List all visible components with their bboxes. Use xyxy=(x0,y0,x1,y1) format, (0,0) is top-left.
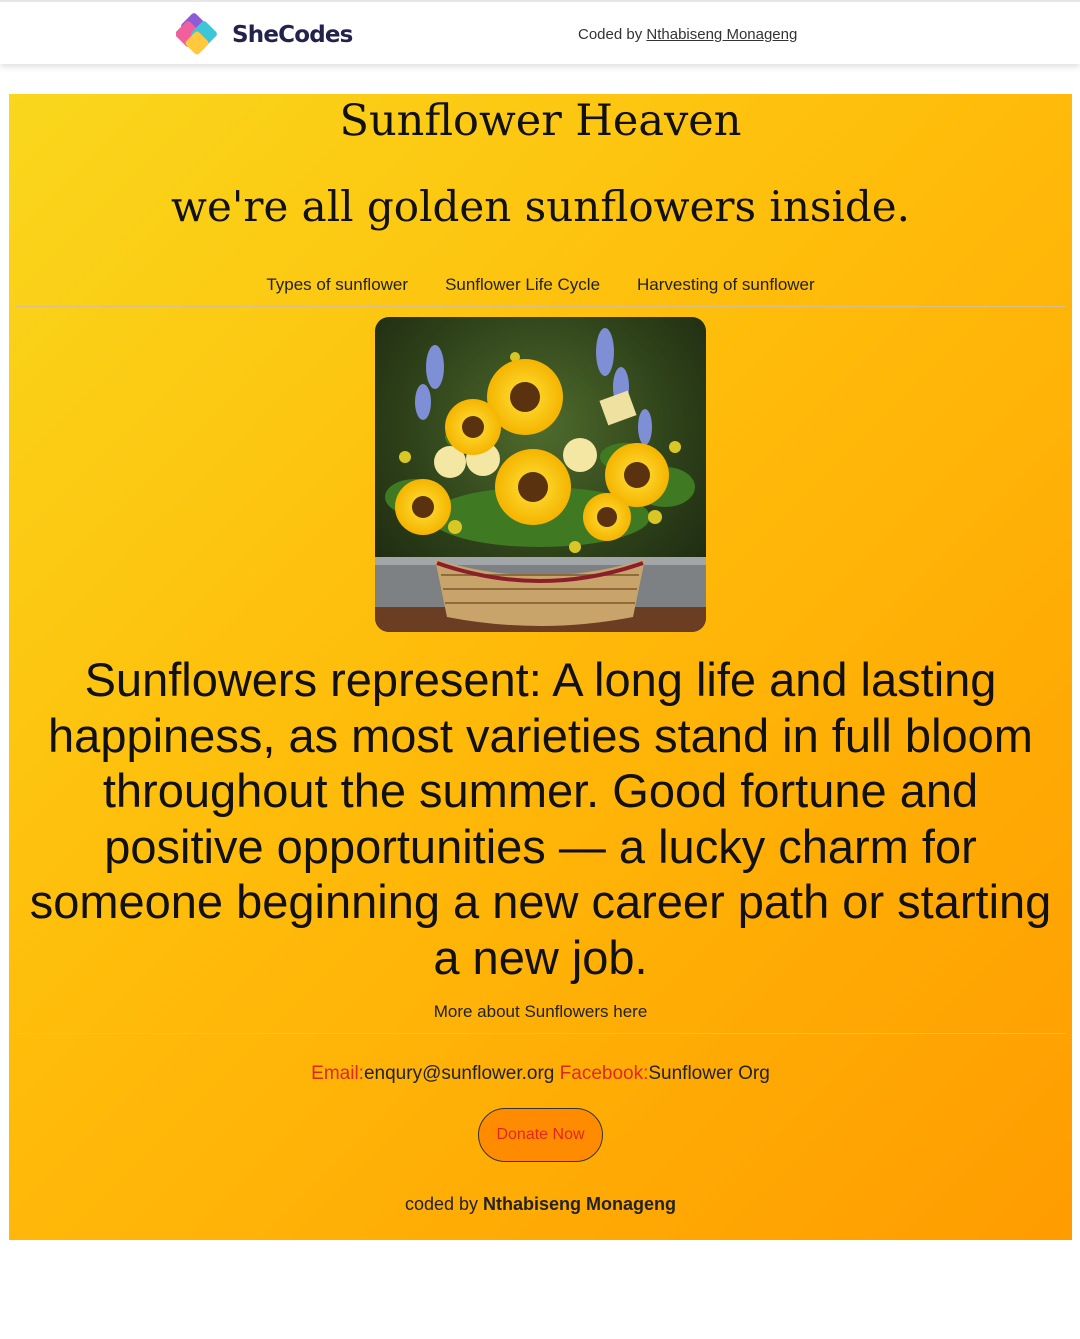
footer-credit: coded by Nthabiseng Monageng xyxy=(9,1194,1072,1215)
coded-by-prefix: Coded by xyxy=(578,26,647,43)
tagline: we're all golden sunflowers inside. xyxy=(171,182,910,231)
more-about-sunflowers-link[interactable]: More about Sunflowers here xyxy=(9,1002,1072,1022)
nav-link-life-cycle[interactable]: Sunflower Life Cycle xyxy=(445,275,600,295)
shecodes-logo-icon xyxy=(176,13,217,55)
email-link[interactable]: enqury@sunflower.org xyxy=(364,1063,554,1084)
coded-by-credit: Coded by Nthabiseng Monageng xyxy=(578,26,797,43)
facebook-label: Facebook: xyxy=(559,1063,649,1084)
divider-top xyxy=(15,306,1066,307)
section-nav: Types of sunflower Sunflower Life Cycle … xyxy=(9,275,1072,295)
main-card: Sunflower Heaven we're all golden sunflo… xyxy=(9,94,1072,1240)
nav-link-types[interactable]: Types of sunflower xyxy=(266,275,408,295)
footer-author: Nthabiseng Monageng xyxy=(483,1194,677,1214)
top-navbar: SheCodes Coded by Nthabiseng Monageng xyxy=(0,0,1080,64)
sunflower-basket-image xyxy=(375,317,706,632)
footer-prefix: coded by xyxy=(404,1194,484,1214)
page-title: Sunflower Heaven xyxy=(339,96,742,146)
donate-button[interactable]: Donate Now xyxy=(478,1108,603,1162)
facebook-link[interactable]: Sunflower Org xyxy=(648,1063,769,1084)
author-link[interactable]: Nthabiseng Monageng xyxy=(646,26,797,43)
brand-name: SheCodes xyxy=(232,22,353,48)
contact-info: Email:enqury@sunflower.org Facebook:Sunf… xyxy=(9,1063,1072,1085)
sunflower-meaning-text: Sunflowers represent: A long life and la… xyxy=(29,653,1052,984)
divider-bottom xyxy=(15,1033,1066,1034)
shecodes-logo-link[interactable]: SheCodes xyxy=(176,10,353,60)
email-label: Email: xyxy=(311,1063,364,1084)
nav-link-harvesting[interactable]: Harvesting of sunflower xyxy=(637,275,815,295)
